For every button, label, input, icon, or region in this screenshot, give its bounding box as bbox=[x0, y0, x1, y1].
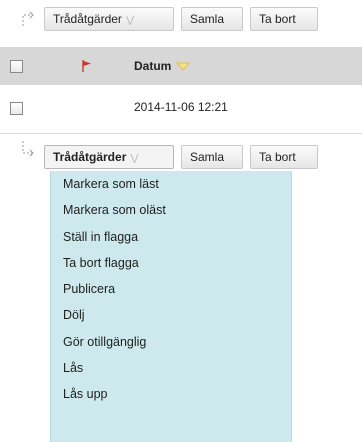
bottom-toolbar: Trådåtgärder ⋁ Samla Ta bort bbox=[0, 141, 362, 172]
table-header: Datum bbox=[0, 47, 362, 85]
menu-item-unlock[interactable]: Lås upp bbox=[51, 381, 291, 407]
menu-item-set-flag[interactable]: Ställ in flagga bbox=[51, 224, 291, 250]
thread-tools-button[interactable]: Trådåtgärder ⋁ bbox=[44, 145, 174, 169]
thread-tools-menu: Markera som läst Markera som oläst Ställ… bbox=[50, 171, 292, 442]
collect-button[interactable]: Samla bbox=[181, 7, 243, 31]
delete-label: Ta bort bbox=[259, 150, 296, 164]
menu-item-lock[interactable]: Lås bbox=[51, 355, 291, 381]
menu-item-mark-read[interactable]: Markera som läst bbox=[51, 171, 291, 197]
chevron-down-icon: ⋁ bbox=[130, 153, 139, 164]
date-cell: 2014-11-06 12:21 bbox=[134, 100, 228, 114]
menu-item-remove-flag[interactable]: Ta bort flagga bbox=[51, 250, 291, 276]
row-checkbox[interactable] bbox=[10, 102, 23, 115]
collect-button[interactable]: Samla bbox=[181, 145, 243, 169]
date-column-label: Datum bbox=[134, 59, 172, 73]
menu-item-mark-unread[interactable]: Markera som oläst bbox=[51, 197, 291, 223]
thread-tools-label: Trådåtgärder bbox=[53, 150, 127, 164]
sort-desc-icon bbox=[176, 60, 191, 74]
thread-tools-label: Trådåtgärder bbox=[53, 12, 122, 26]
flag-icon[interactable] bbox=[80, 59, 94, 73]
collect-label: Samla bbox=[190, 12, 225, 26]
delete-button[interactable]: Ta bort bbox=[250, 7, 318, 31]
menu-item-publish[interactable]: Publicera bbox=[51, 276, 291, 302]
chevron-down-icon: ⋁ bbox=[125, 15, 135, 26]
collect-label: Samla bbox=[190, 150, 225, 164]
tree-branch-icon bbox=[21, 11, 35, 27]
menu-item-hide[interactable]: Dölj bbox=[51, 302, 291, 328]
thread-tools-button[interactable]: Trådåtgärder ⋁ bbox=[44, 7, 174, 31]
tree-branch-icon bbox=[21, 141, 35, 157]
delete-button[interactable]: Ta bort bbox=[250, 145, 318, 169]
delete-label: Ta bort bbox=[259, 12, 296, 26]
table-row[interactable]: 2014-11-06 12:21 bbox=[0, 85, 362, 134]
date-column-header[interactable]: Datum bbox=[134, 59, 191, 74]
top-toolbar: Trådåtgärder ⋁ Samla Ta bort bbox=[0, 4, 362, 34]
select-all-checkbox[interactable] bbox=[10, 60, 23, 73]
menu-item-make-unavailable[interactable]: Gör otillgänglig bbox=[51, 329, 291, 355]
